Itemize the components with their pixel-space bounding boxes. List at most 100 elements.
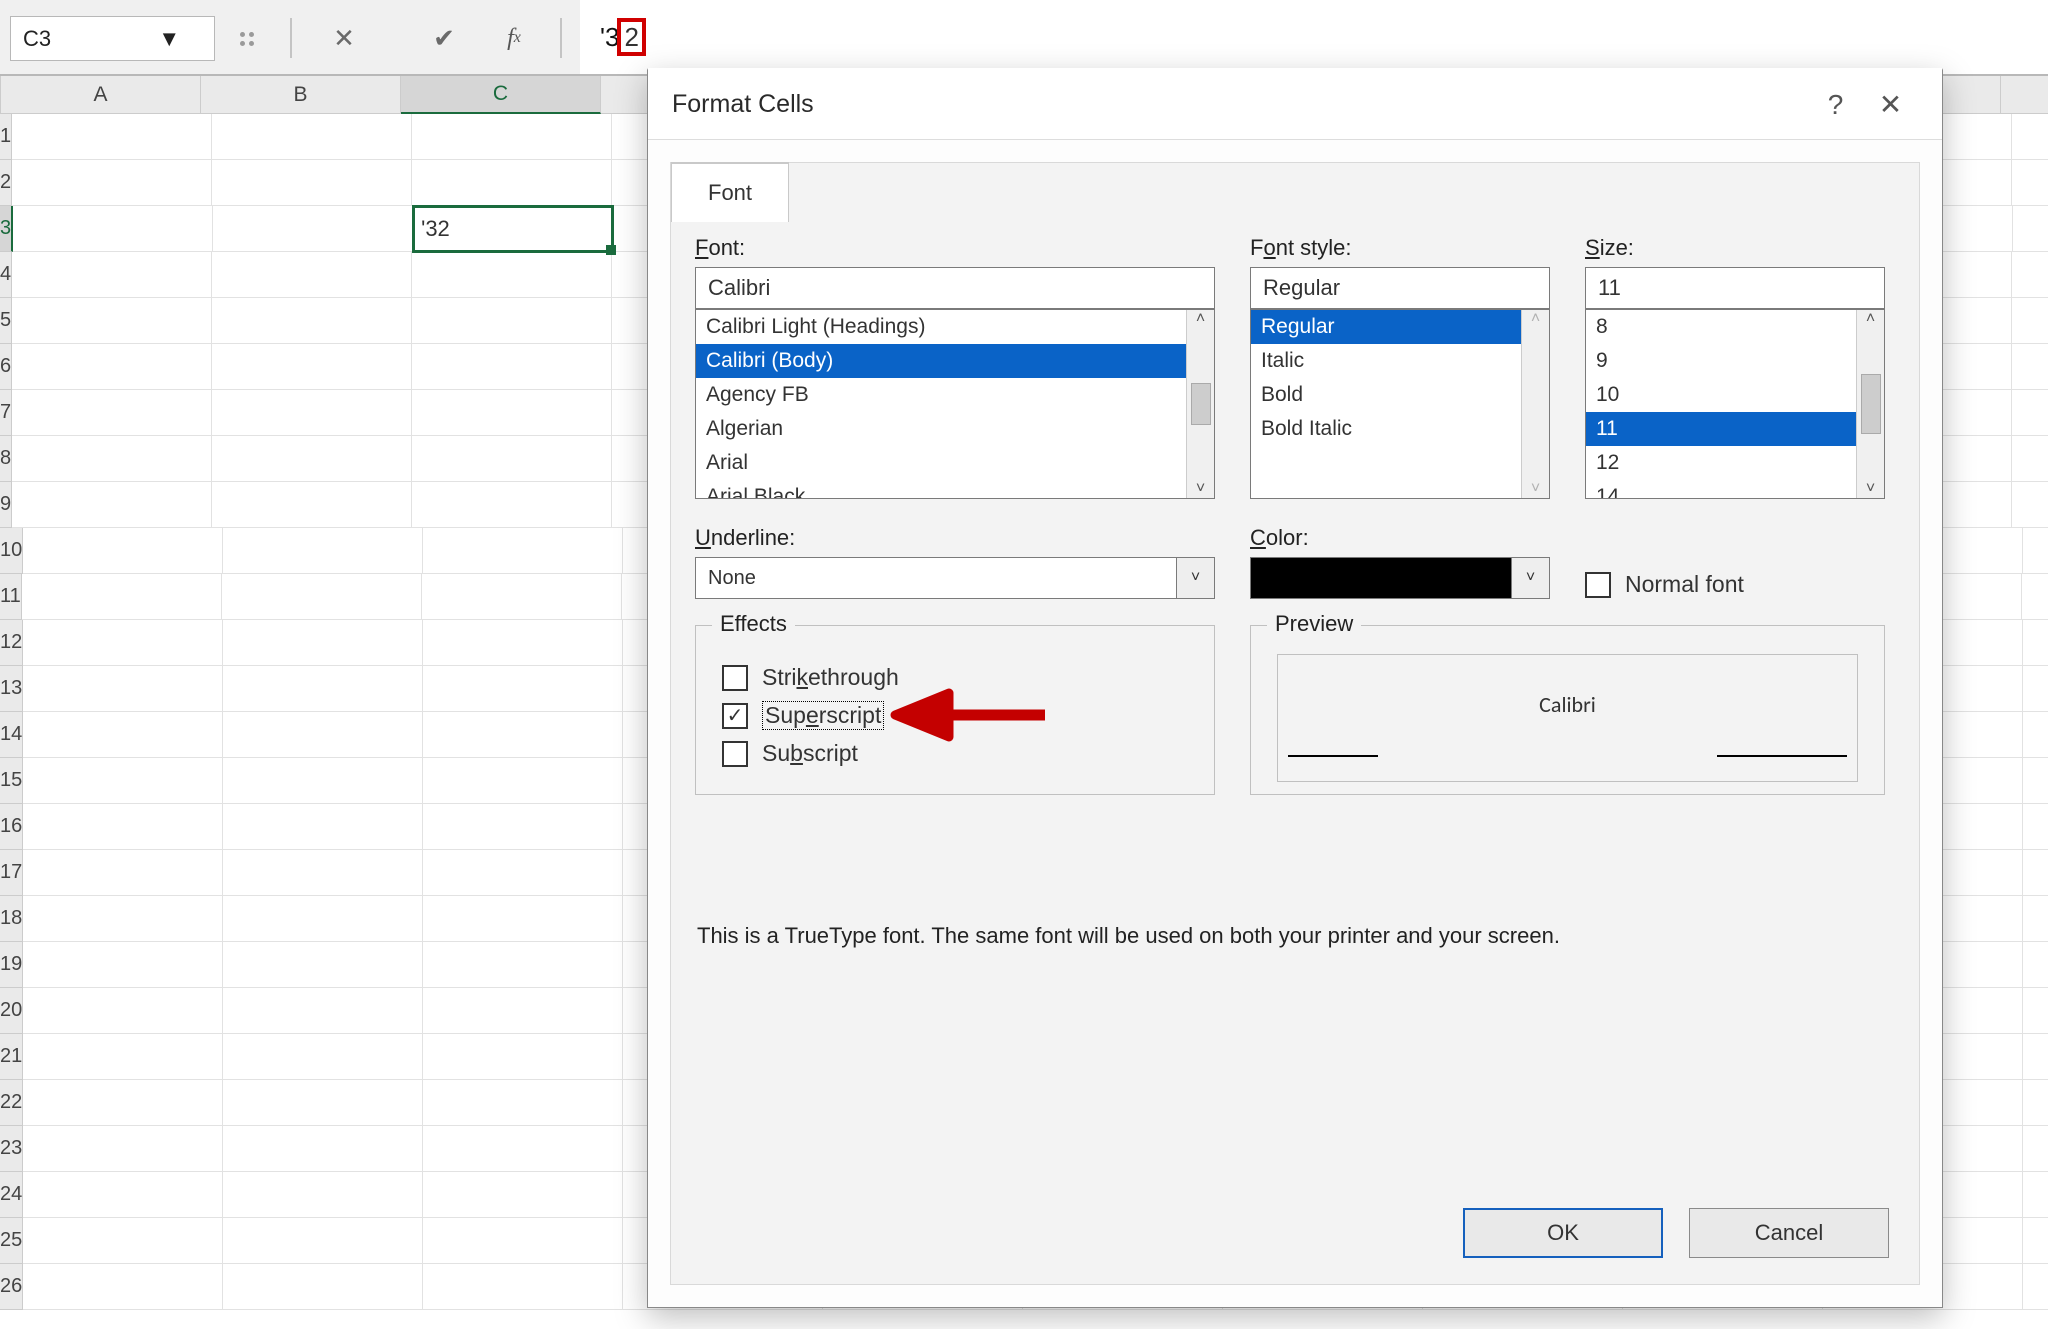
row-header-18[interactable]: 18 [0,896,23,942]
cell-K3[interactable] [2013,206,2048,252]
scroll-up-icon[interactable]: ˄ [1866,310,1875,328]
list-item[interactable]: Italic [1251,344,1521,378]
cell-C20[interactable] [423,988,623,1034]
column-header-B[interactable]: B [201,76,401,114]
row-header-10[interactable]: 10 [0,528,23,574]
list-item[interactable]: 9 [1586,344,1856,378]
cell-C23[interactable] [423,1126,623,1172]
cell-B14[interactable] [223,712,423,758]
cell-K4[interactable] [2012,252,2048,298]
cell-B13[interactable] [223,666,423,712]
list-item[interactable]: 11 [1586,412,1856,446]
column-header-A[interactable]: A [1,76,201,114]
strikethrough-checkbox[interactable]: Strikethrough [722,664,1188,691]
cell-C9[interactable] [412,482,612,528]
cell-B12[interactable] [223,620,423,666]
color-combo[interactable]: ˅ [1250,557,1550,599]
dropdown-icon[interactable]: ˅ [1177,557,1215,599]
cell-C11[interactable] [422,574,622,620]
cell-K24[interactable] [2023,1172,2048,1218]
cell-B10[interactable] [223,528,423,574]
scrollbar[interactable]: ˄ ˅ [1186,310,1214,498]
list-item[interactable]: Calibri (Body) [696,344,1186,378]
cell-C3[interactable]: '32 [413,206,613,252]
subscript-checkbox[interactable]: Subscript [722,740,1188,767]
column-header-K[interactable]: K [2001,76,2048,114]
cell-C2[interactable] [412,160,612,206]
scroll-thumb[interactable] [1191,383,1211,425]
cell-K23[interactable] [2023,1126,2048,1172]
cell-K20[interactable] [2023,988,2048,1034]
cell-A20[interactable] [23,988,223,1034]
cell-C1[interactable] [412,114,612,160]
row-header-17[interactable]: 17 [0,850,23,896]
row-header-19[interactable]: 19 [0,942,23,988]
font-style-input[interactable]: Regular [1250,267,1550,309]
row-header-22[interactable]: 22 [0,1080,23,1126]
row-header-2[interactable]: 2 [0,160,12,206]
cell-C5[interactable] [412,298,612,344]
list-item[interactable]: Arial Black [696,480,1186,499]
help-button[interactable]: ? [1808,77,1863,132]
list-item[interactable]: Calibri Light (Headings) [696,310,1186,344]
row-header-9[interactable]: 9 [0,482,12,528]
row-header-26[interactable]: 26 [0,1264,23,1310]
cell-K11[interactable] [2022,574,2048,620]
cell-K15[interactable] [2023,758,2048,804]
row-header-8[interactable]: 8 [0,436,12,482]
cell-K13[interactable] [2023,666,2048,712]
cell-K21[interactable] [2023,1034,2048,1080]
list-item[interactable]: 10 [1586,378,1856,412]
ok-button[interactable]: OK [1463,1208,1663,1258]
row-header-15[interactable]: 15 [0,758,23,804]
cell-A16[interactable] [23,804,223,850]
cell-K19[interactable] [2023,942,2048,988]
list-item[interactable]: Regular [1251,310,1521,344]
cell-K25[interactable] [2023,1218,2048,1264]
scroll-up-icon[interactable]: ˄ [1196,310,1205,328]
normal-font-checkbox[interactable]: Normal font [1585,571,1744,598]
cell-A14[interactable] [23,712,223,758]
cell-B21[interactable] [223,1034,423,1080]
cell-A11[interactable] [22,574,222,620]
cell-C7[interactable] [412,390,612,436]
cell-C18[interactable] [423,896,623,942]
row-header-21[interactable]: 21 [0,1034,23,1080]
cell-B11[interactable] [222,574,422,620]
formula-bar[interactable]: '32 [580,0,2048,74]
cell-A13[interactable] [23,666,223,712]
cell-K7[interactable] [2012,390,2048,436]
row-header-6[interactable]: 6 [0,344,12,390]
tab-font[interactable]: Font [671,162,789,222]
cell-K8[interactable] [2012,436,2048,482]
cell-A17[interactable] [23,850,223,896]
row-header-13[interactable]: 13 [0,666,23,712]
cell-K9[interactable] [2012,482,2048,528]
cell-B23[interactable] [223,1126,423,1172]
cell-K1[interactable] [2012,114,2048,160]
list-item[interactable]: 8 [1586,310,1856,344]
cell-B22[interactable] [223,1080,423,1126]
size-list[interactable]: 8910111214 ˄ ˅ [1585,309,1885,499]
cell-B2[interactable] [212,160,412,206]
cell-C4[interactable] [412,252,612,298]
cell-K17[interactable] [2023,850,2048,896]
cell-C17[interactable] [423,850,623,896]
cell-C26[interactable] [423,1264,623,1310]
cell-A2[interactable] [12,160,212,206]
cell-A12[interactable] [23,620,223,666]
cell-A21[interactable] [23,1034,223,1080]
cell-K5[interactable] [2012,298,2048,344]
row-header-14[interactable]: 14 [0,712,23,758]
cell-K10[interactable] [2023,528,2048,574]
cell-C10[interactable] [423,528,623,574]
row-header-20[interactable]: 20 [0,988,23,1034]
cell-C6[interactable] [412,344,612,390]
list-item[interactable]: 12 [1586,446,1856,480]
cell-K2[interactable] [2012,160,2048,206]
name-box[interactable]: C3 ▼ [10,16,215,61]
close-button[interactable]: ✕ [1863,77,1918,132]
cell-A3[interactable] [13,206,213,252]
font-style-list[interactable]: RegularItalicBoldBold Italic ˄ ˅ [1250,309,1550,499]
cell-B7[interactable] [212,390,412,436]
